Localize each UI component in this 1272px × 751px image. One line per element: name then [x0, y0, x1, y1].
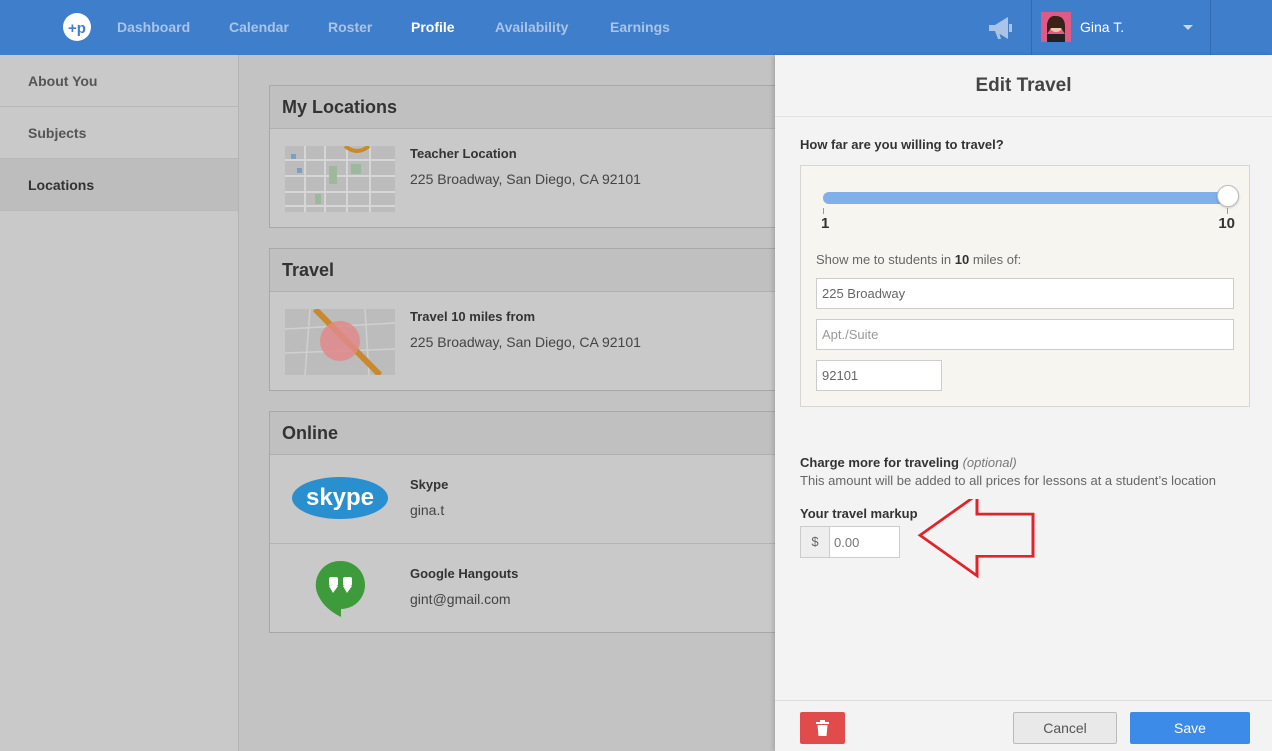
charge-title-text: Charge more for traveling [800, 455, 959, 470]
megaphone-icon[interactable] [986, 14, 1016, 42]
hangouts-email: gint@gmail.com [410, 591, 511, 607]
travel-markup-label: Your travel markup [800, 506, 918, 521]
nav-roster[interactable]: Roster [328, 19, 372, 35]
card-title: My Locations [270, 86, 788, 129]
skype-icon: skype [292, 477, 388, 519]
edit-travel-drawer: Edit Travel How far are you willing to t… [775, 55, 1272, 751]
optional-label: (optional) [962, 455, 1017, 470]
card-title: Travel [270, 249, 788, 292]
sidebar-item-subjects[interactable]: Subjects [0, 107, 238, 159]
sidebar-item-locations[interactable]: Locations [0, 159, 238, 211]
top-nav-bar: +p Dashboard Calendar Roster Profile Ava… [0, 0, 1272, 55]
street-address-field[interactable] [816, 278, 1234, 309]
show-suffix: miles of: [969, 252, 1022, 267]
skype-row[interactable]: skype Skype gina.t [270, 455, 788, 544]
location-title: Teacher Location [410, 146, 517, 161]
svg-text:+p: +p [68, 20, 86, 37]
hangouts-icon [315, 560, 365, 617]
trash-icon [816, 720, 829, 736]
skype-title: Skype [410, 477, 449, 492]
my-locations-card: My Locations Teacher Location 225 Broadw… [269, 85, 789, 228]
online-card: Online skype Skype gina.t Google Hangout… [269, 411, 789, 633]
slider-tick [1227, 208, 1228, 214]
user-name: Gina T. [1080, 19, 1125, 35]
travel-markup-group: $ [800, 526, 900, 558]
map-thumbnail [285, 146, 395, 212]
travel-distance-question: How far are you willing to travel? [800, 137, 1004, 152]
delete-button[interactable] [800, 712, 845, 744]
svg-text:skype: skype [306, 484, 374, 511]
travel-title: Travel 10 miles from [410, 309, 536, 324]
card-title: Online [270, 412, 788, 455]
logo-icon[interactable]: +p [62, 12, 92, 42]
nav-dashboard[interactable]: Dashboard [117, 19, 190, 35]
travel-markup-input[interactable] [831, 527, 899, 557]
drawer-footer: Cancel Save [775, 700, 1272, 751]
main-content: My Locations Teacher Location 225 Broadw… [239, 55, 789, 751]
travel-map-thumbnail [285, 309, 395, 375]
annotation-arrow-icon [917, 499, 1035, 579]
show-prefix: Show me to students in [816, 252, 955, 267]
nav-calendar[interactable]: Calendar [229, 19, 289, 35]
currency-prefix: $ [801, 527, 830, 557]
hangouts-row[interactable]: Google Hangouts gint@gmail.com [270, 544, 788, 632]
slider-handle[interactable] [1217, 185, 1239, 207]
hangouts-title: Google Hangouts [410, 566, 519, 581]
slider-min-label: 1 [821, 215, 830, 232]
user-menu[interactable]: Gina T. [1031, 0, 1211, 55]
show-miles-value: 10 [954, 252, 970, 267]
apt-suite-field[interactable] [816, 319, 1234, 350]
cancel-button[interactable]: Cancel [1013, 712, 1117, 744]
distance-slider[interactable] [823, 192, 1228, 204]
charge-more-heading: Charge more for traveling (optional) [800, 455, 1017, 470]
sidebar-item-about-you[interactable]: About You [0, 55, 238, 107]
slider-fill [823, 192, 1228, 204]
sidebar: About You Subjects Locations [0, 55, 239, 751]
slider-max-label: 10 [1218, 215, 1235, 232]
travel-card: Travel Travel 10 miles from 225 Broadway… [269, 248, 789, 391]
travel-range-panel: 1 10 Show me to students in 10 miles of: [800, 165, 1250, 407]
nav-availability[interactable]: Availability [495, 19, 568, 35]
drawer-title: Edit Travel [775, 55, 1272, 117]
location-row[interactable]: Teacher Location 225 Broadway, San Diego… [270, 129, 788, 227]
location-address: 225 Broadway, San Diego, CA 92101 [410, 171, 641, 187]
slider-tick [823, 208, 824, 214]
chevron-down-icon [1183, 25, 1193, 30]
skype-username: gina.t [410, 502, 445, 518]
zip-code-field[interactable] [816, 360, 942, 391]
avatar [1041, 12, 1071, 42]
travel-address: 225 Broadway, San Diego, CA 92101 [410, 334, 641, 350]
show-students-text: Show me to students in 10 miles of: [816, 252, 1021, 267]
save-button[interactable]: Save [1130, 712, 1250, 744]
nav-earnings[interactable]: Earnings [610, 19, 670, 35]
nav-profile[interactable]: Profile [411, 19, 455, 35]
charge-description: This amount will be added to all prices … [800, 473, 1216, 488]
travel-row[interactable]: Travel 10 miles from 225 Broadway, San D… [270, 292, 788, 390]
